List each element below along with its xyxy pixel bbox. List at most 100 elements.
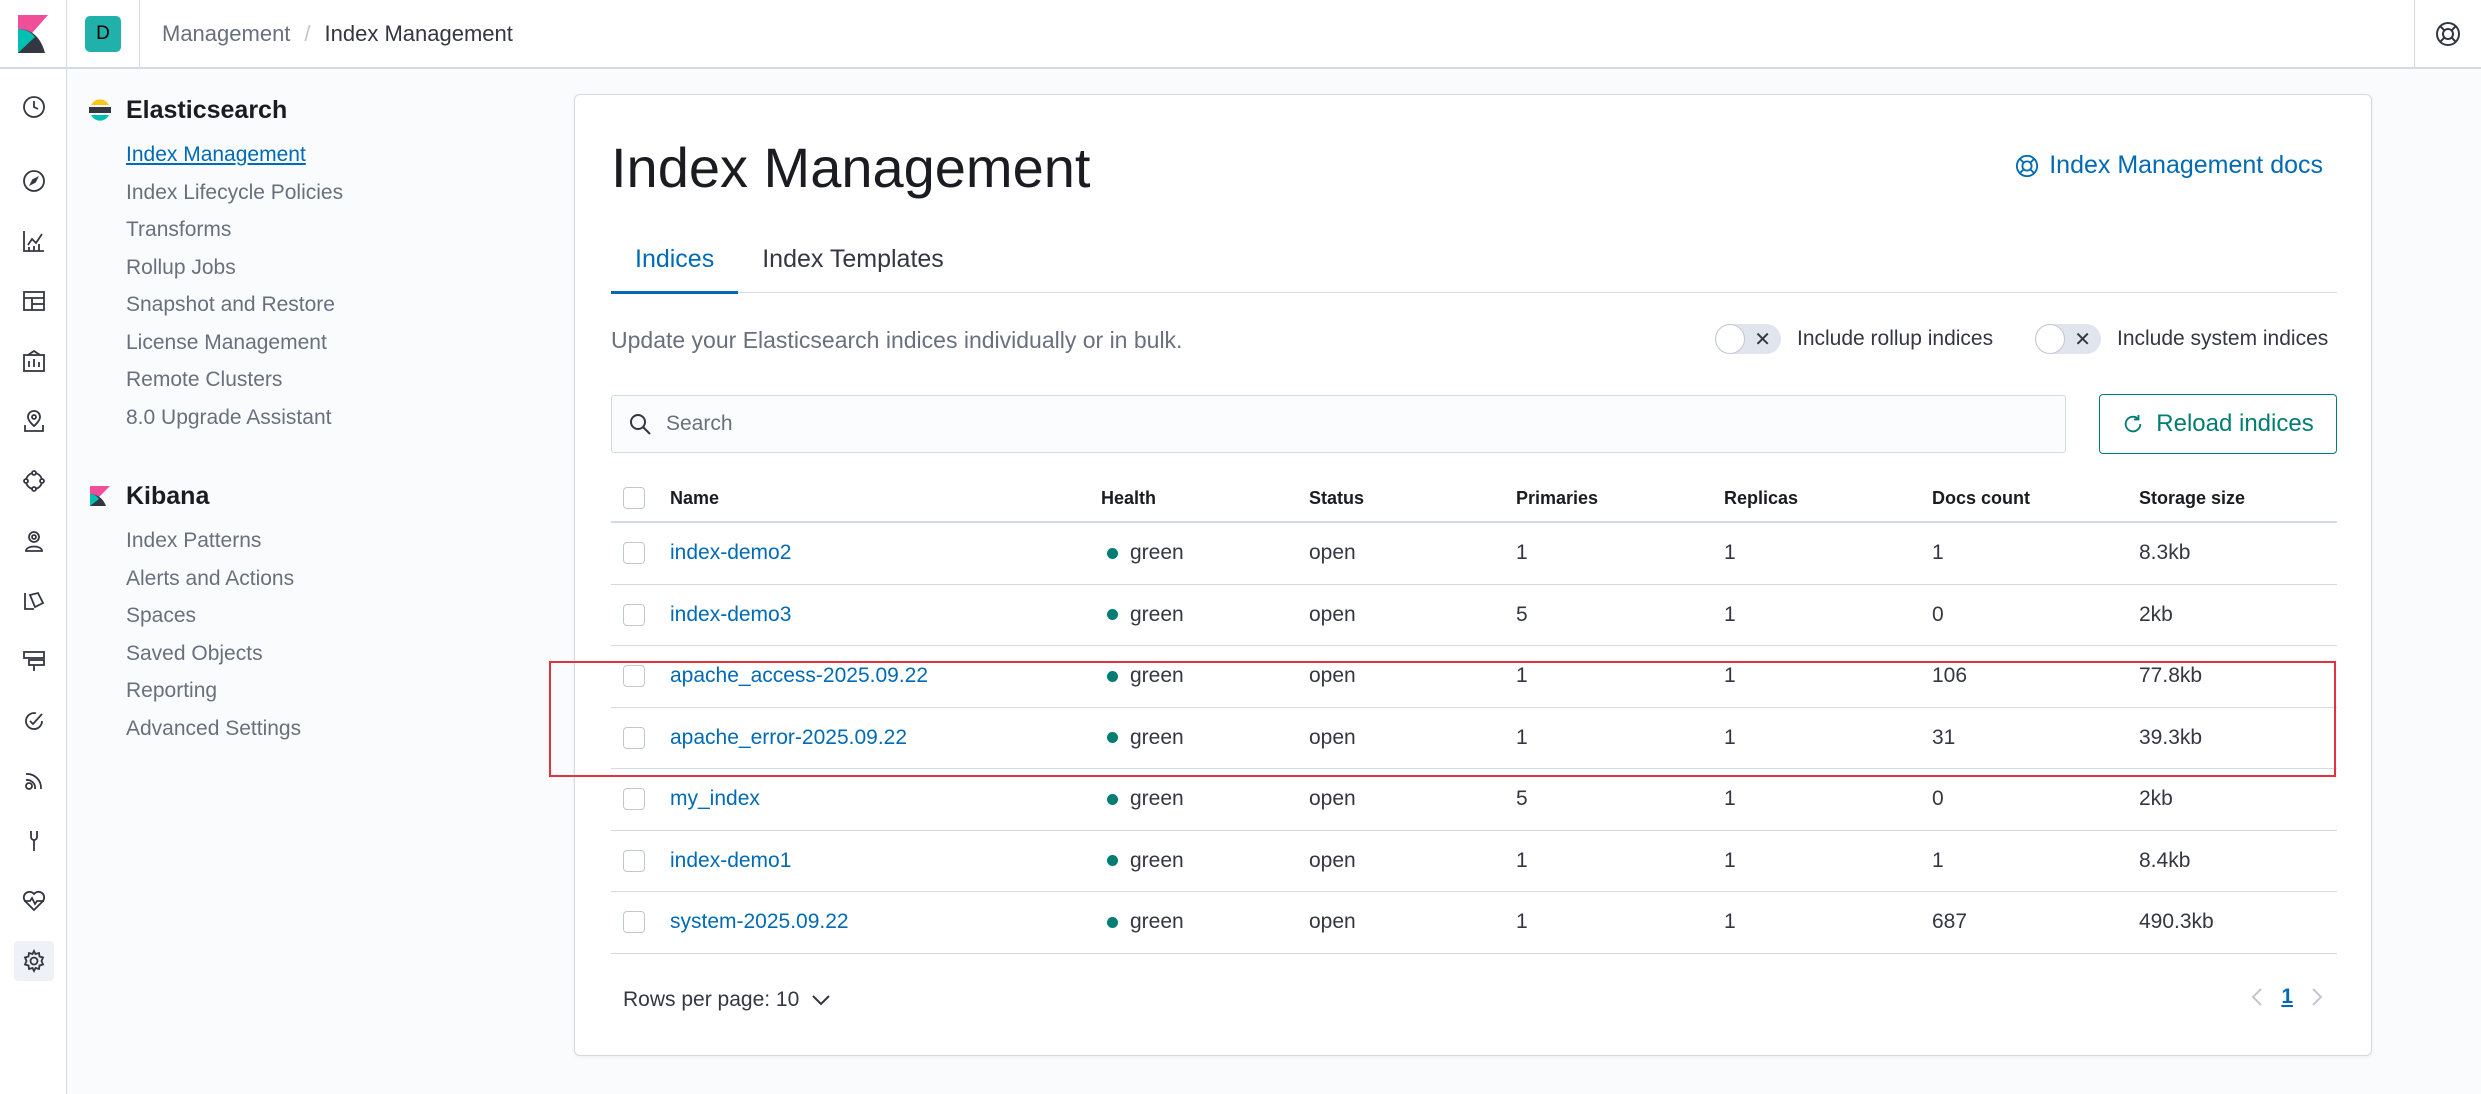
col-replicas[interactable]: Replicas <box>1724 488 1932 509</box>
page-description: Update your Elasticsearch indices indivi… <box>611 327 1183 353</box>
sidenav-snapshot-restore[interactable]: Snapshot and Restore <box>126 286 488 324</box>
index-name-link[interactable]: my_index <box>670 787 760 810</box>
canvas-icon[interactable] <box>14 341 54 381</box>
dashboard-icon[interactable] <box>14 281 54 321</box>
system-switch[interactable]: ✕ <box>2035 324 2101 354</box>
col-docs-count[interactable]: Docs count <box>1932 488 2139 509</box>
rollup-switch[interactable]: ✕ <box>1715 324 1781 354</box>
index-name-link[interactable]: index-demo2 <box>670 541 791 564</box>
row-checkbox[interactable] <box>623 788 645 811</box>
management-gear-icon[interactable] <box>14 941 54 981</box>
chevron-left-icon[interactable] <box>2251 987 2263 1007</box>
siem-icon[interactable] <box>14 761 54 801</box>
index-name-link[interactable]: index-demo1 <box>670 849 791 872</box>
sidenav-advanced-settings[interactable]: Advanced Settings <box>126 710 488 748</box>
health-text: green <box>1130 602 1184 626</box>
status-cell: open <box>1309 848 1356 872</box>
app-nav-rail <box>0 69 67 1094</box>
replicas-cell: 1 <box>1724 910 1736 934</box>
row-checkbox[interactable] <box>623 665 645 688</box>
toggle-rollup-indices[interactable]: ✕ Include rollup indices <box>1715 324 1993 354</box>
tab-indices[interactable]: Indices <box>611 245 739 294</box>
graph-icon[interactable] <box>14 521 54 561</box>
sidenav-remote-clusters[interactable]: Remote Clusters <box>126 361 488 399</box>
health-dot-icon <box>1107 793 1118 805</box>
col-status[interactable]: Status <box>1309 488 1516 509</box>
visualize-icon[interactable] <box>14 221 54 261</box>
sidenav-index-lifecycle-policies[interactable]: Index Lifecycle Policies <box>126 174 488 212</box>
sidenav-license-management[interactable]: License Management <box>126 324 488 362</box>
sidenav-rollup-jobs[interactable]: Rollup Jobs <box>126 249 488 287</box>
page-number-button[interactable]: 1 <box>2281 985 2293 1009</box>
col-health[interactable]: Health <box>1101 488 1309 509</box>
chevron-right-icon[interactable] <box>2311 987 2323 1007</box>
tab-index-templates[interactable]: Index Templates <box>738 245 968 293</box>
index-name-link[interactable]: index-demo3 <box>670 603 791 626</box>
sidenav-index-management[interactable]: Index Management <box>126 136 488 174</box>
docs-link[interactable]: Index Management docs <box>2015 151 2323 180</box>
space-selector[interactable]: D <box>67 0 140 67</box>
health-cell: green <box>1101 664 1309 688</box>
primaries-cell: 1 <box>1516 541 1528 565</box>
kibana-logo[interactable] <box>0 0 67 67</box>
switch-knob <box>2035 324 2065 354</box>
replicas-cell: 1 <box>1724 602 1736 626</box>
index-name-link[interactable]: apache_error-2025.09.22 <box>670 726 907 749</box>
sidenav-upgrade-assistant[interactable]: 8.0 Upgrade Assistant <box>126 399 488 437</box>
health-cell: green <box>1101 603 1309 627</box>
primaries-cell: 1 <box>1516 910 1528 934</box>
refresh-icon <box>2125 414 2142 433</box>
select-all-checkbox[interactable] <box>623 487 645 509</box>
uptime-icon[interactable] <box>14 701 54 741</box>
search-input[interactable] <box>666 412 2046 436</box>
docs-count-cell: 0 <box>1932 602 1944 626</box>
health-text: green <box>1130 541 1184 565</box>
row-checkbox[interactable] <box>623 911 645 934</box>
help-button[interactable] <box>2414 0 2481 67</box>
compass-icon[interactable] <box>14 161 54 201</box>
primaries-cell: 5 <box>1516 787 1528 811</box>
row-checkbox[interactable] <box>623 726 645 749</box>
storage-size-cell: 39.3kb <box>2139 725 2203 749</box>
row-checkbox[interactable] <box>623 603 645 626</box>
logs-icon[interactable] <box>14 581 54 621</box>
index-name-link[interactable]: apache_access-2025.09.22 <box>670 664 928 687</box>
switch-knob <box>1715 324 1745 354</box>
index-name-link[interactable]: system-2025.09.22 <box>670 910 849 933</box>
status-cell: open <box>1309 725 1356 749</box>
col-primaries[interactable]: Primaries <box>1516 488 1724 509</box>
indices-table: Name Health Status Primaries Replicas Do… <box>611 475 2337 954</box>
ml-icon[interactable] <box>14 461 54 501</box>
docs-count-cell: 0 <box>1932 787 1944 811</box>
sidenav-saved-objects[interactable]: Saved Objects <box>126 635 488 673</box>
rows-per-page-selector[interactable]: Rows per page: 10 <box>623 988 831 1012</box>
toggle-system-indices[interactable]: ✕ Include system indices <box>2035 324 2328 354</box>
row-checkbox[interactable] <box>623 849 645 872</box>
clock-icon[interactable] <box>14 87 54 127</box>
cross-icon: ✕ <box>1754 329 1771 351</box>
sidenav-transforms[interactable]: Transforms <box>126 211 488 249</box>
row-checkbox[interactable] <box>623 542 645 565</box>
monitoring-icon[interactable] <box>14 881 54 921</box>
top-header: D Management / Index Management <box>0 0 2481 69</box>
row-checkbox-cell <box>611 788 670 811</box>
health-dot-icon <box>1107 547 1118 559</box>
col-name[interactable]: Name <box>670 488 1101 509</box>
sidenav-index-patterns[interactable]: Index Patterns <box>126 522 488 560</box>
kibana-section-title: Kibana <box>88 476 488 516</box>
table-row: system-2025.09.22 green open 1 1 687 490… <box>611 892 2337 954</box>
reload-indices-button[interactable]: Reload indices <box>2099 394 2337 454</box>
breadcrumb-management[interactable]: Management <box>162 21 290 47</box>
maps-icon[interactable] <box>14 401 54 441</box>
devtools-icon[interactable] <box>14 821 54 861</box>
apm-icon[interactable] <box>14 641 54 681</box>
col-storage-size[interactable]: Storage size <box>2139 488 2337 509</box>
health-text: green <box>1130 787 1184 811</box>
sidenav-spaces[interactable]: Spaces <box>126 597 488 635</box>
search-icon <box>630 414 651 435</box>
sidenav-reporting[interactable]: Reporting <box>126 672 488 710</box>
health-text: green <box>1130 664 1184 688</box>
row-checkbox-cell <box>611 726 670 749</box>
sidenav-alerts-actions[interactable]: Alerts and Actions <box>126 560 488 598</box>
primaries-cell: 1 <box>1516 664 1528 688</box>
